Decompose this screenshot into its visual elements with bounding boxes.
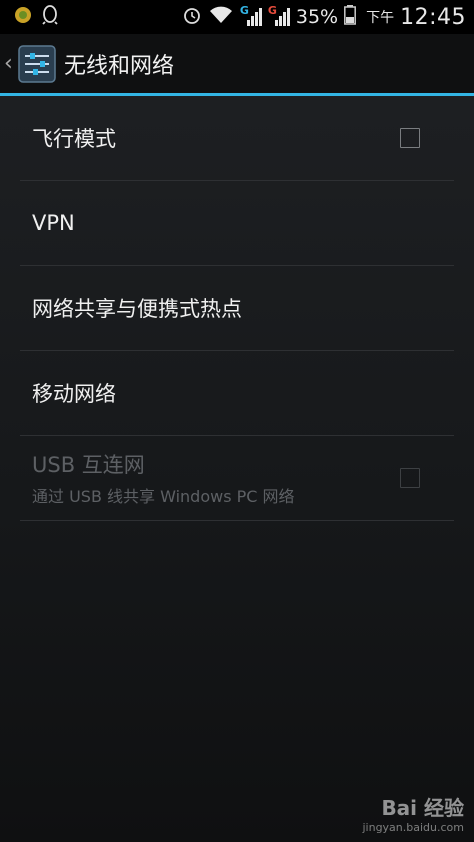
list-item-title: VPN — [32, 211, 75, 235]
list-item-title: 飞行模式 — [32, 127, 116, 151]
status-bar: G G 35% 下午 12:45 — [0, 0, 474, 34]
list-item-summary: 通过 USB 线共享 Windows PC 网络 — [32, 487, 295, 506]
usb-internet-checkbox — [400, 468, 420, 488]
battery-percent: 35% — [295, 6, 339, 28]
list-item-title: 移动网络 — [32, 382, 116, 406]
page-title: 无线和网络 — [64, 53, 175, 79]
signal-g-icon: G — [240, 4, 262, 28]
settings-list: 飞行模式 VPN 网络共享与便携式热点 移动网络 USB 互连网 通过 USB … — [20, 96, 454, 521]
clock-time: 12:45 — [400, 4, 466, 30]
watermark-url: jingyan.baidu.com — [362, 821, 464, 834]
list-item-airplane-mode[interactable]: 飞行模式 — [20, 96, 454, 181]
signal-g2-icon: G — [268, 4, 290, 28]
list-item-mobile-network[interactable]: 移动网络 — [20, 351, 454, 436]
airplane-mode-checkbox[interactable] — [400, 128, 420, 148]
game-notification-icon — [14, 6, 32, 28]
qq-penguin-icon — [42, 5, 58, 29]
alarm-icon — [182, 5, 202, 29]
list-item-tethering-hotspot[interactable]: 网络共享与便携式热点 — [20, 266, 454, 351]
list-item-usb-internet: USB 互连网 通过 USB 线共享 Windows PC 网络 — [20, 436, 454, 521]
baidu-watermark: Bai 经验 jingyan.baidu.com — [362, 792, 464, 834]
watermark-logo: Bai 经验 — [381, 796, 464, 820]
list-item-title: USB 互连网 — [32, 453, 145, 477]
list-item-title: 网络共享与便携式热点 — [32, 297, 242, 321]
list-item-vpn[interactable]: VPN — [20, 181, 454, 266]
action-bar[interactable]: ‹ 无线和网络 — [0, 34, 474, 93]
battery-icon — [344, 5, 357, 29]
ampm-label: 下午 — [366, 10, 395, 26]
back-chevron-icon[interactable]: ‹ — [4, 51, 16, 76]
settings-sliders-icon[interactable] — [18, 44, 56, 83]
wifi-icon — [208, 5, 234, 29]
